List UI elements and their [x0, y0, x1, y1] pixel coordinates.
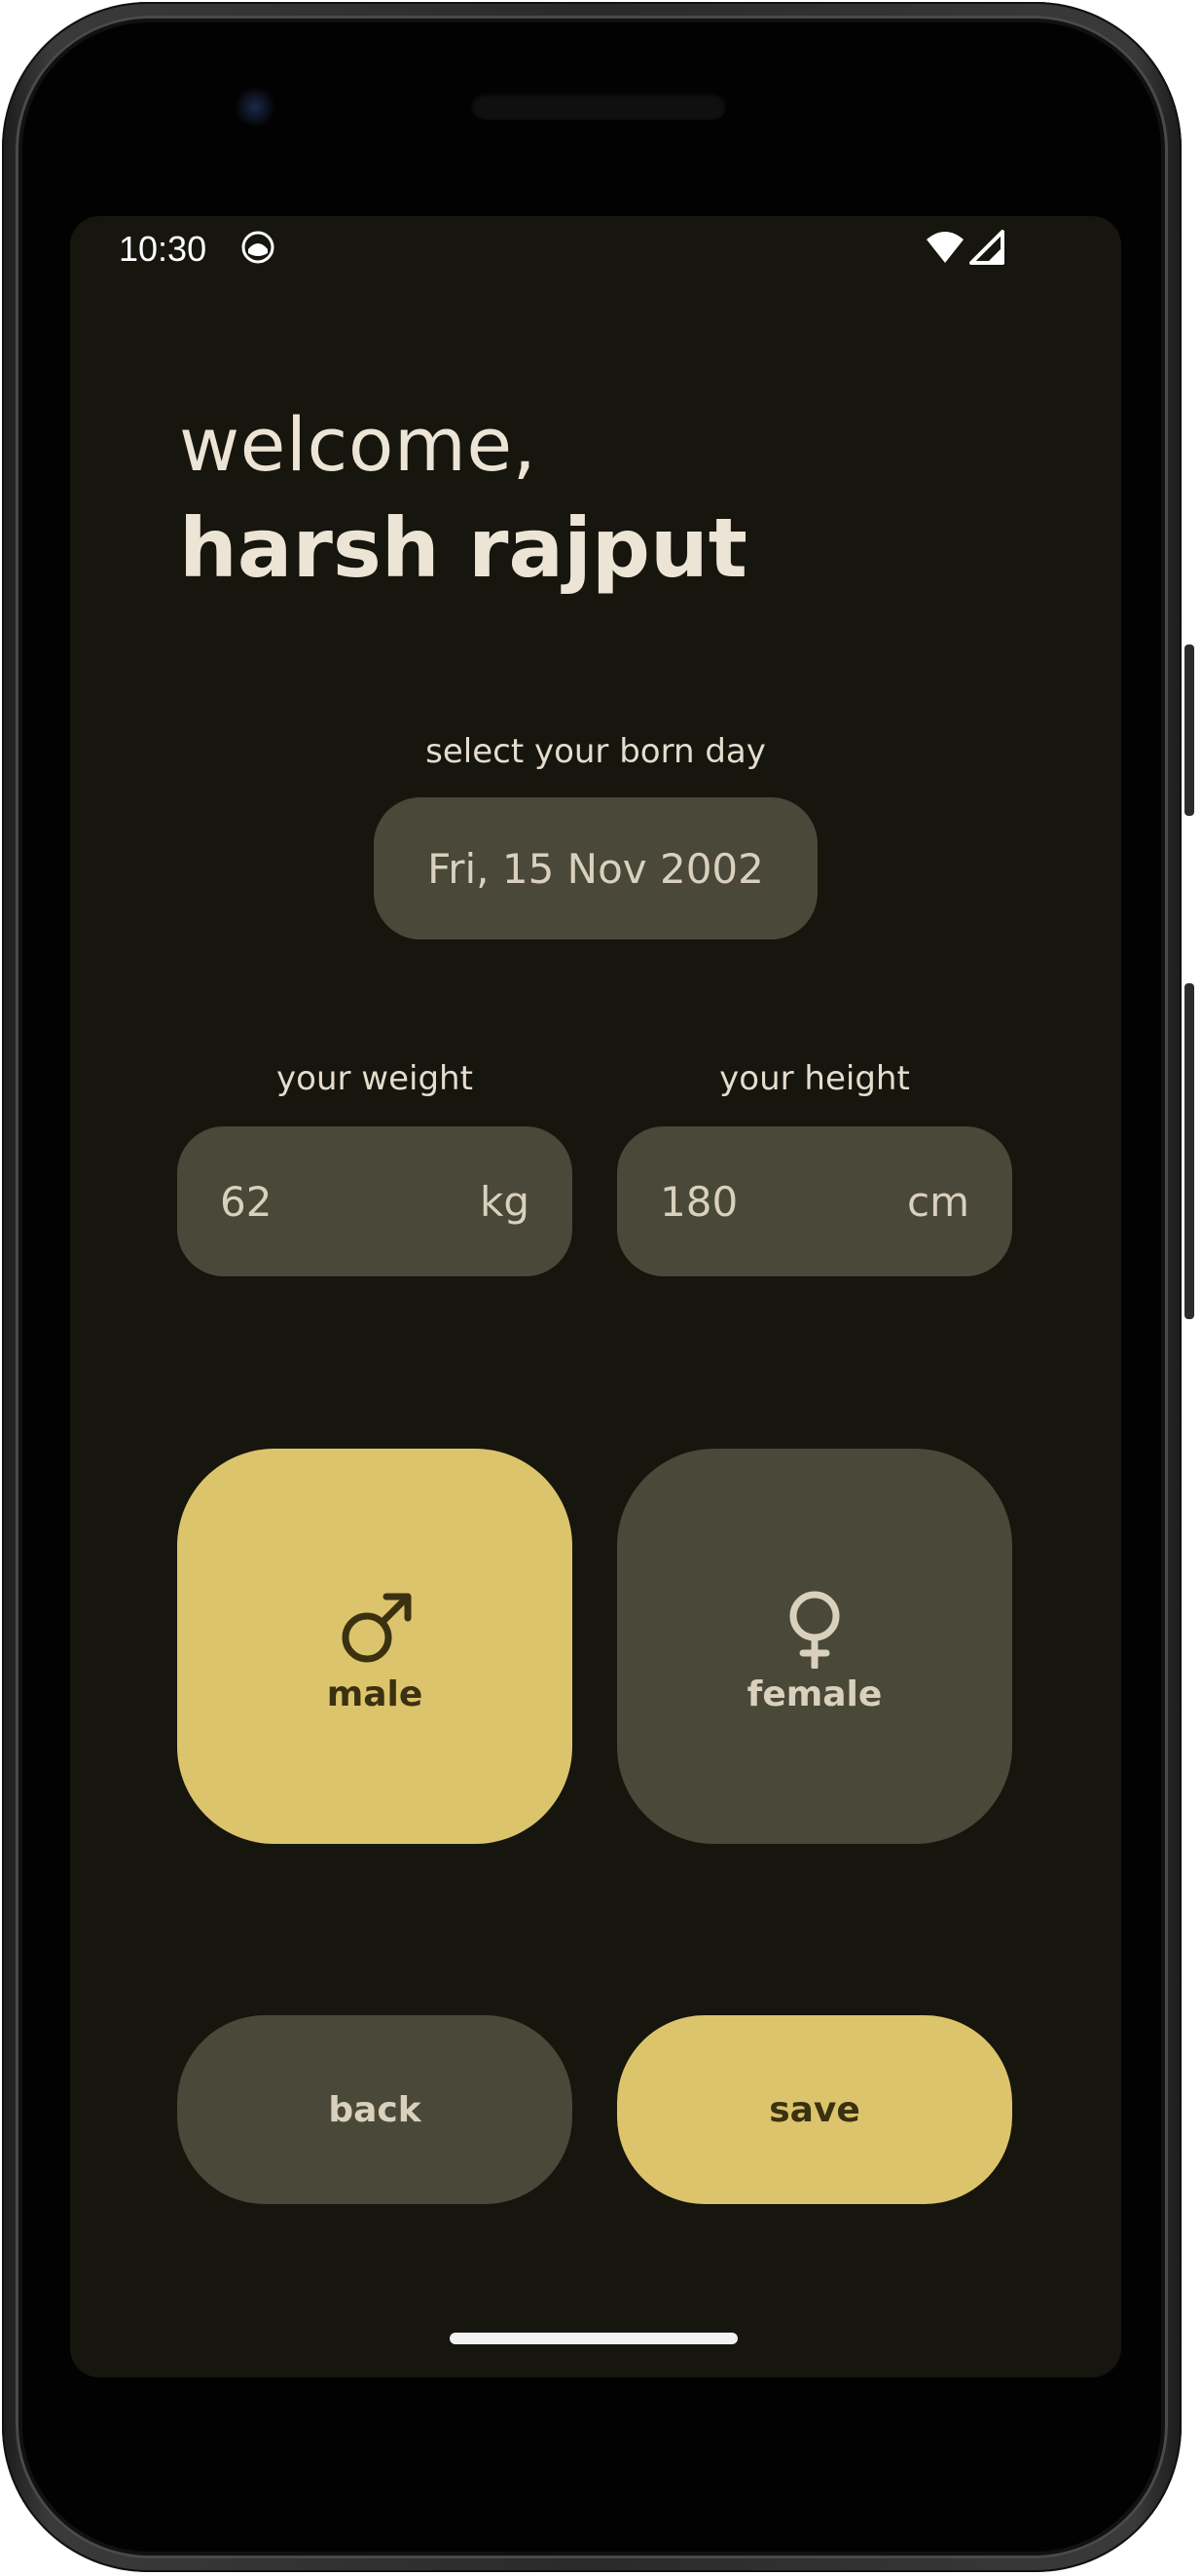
back-button-label: back [328, 2089, 421, 2130]
gender-male-label: male [326, 1674, 423, 1714]
female-symbol-icon [789, 1591, 840, 1669]
height-label: your height [719, 1059, 910, 1098]
phone-frame: 10:30 welcome, harsh rajput select your … [2, 2, 1182, 2572]
weight-label: your weight [276, 1059, 473, 1098]
back-button[interactable]: back [177, 2015, 572, 2204]
status-time: 10:30 [119, 229, 207, 269]
home-indicator[interactable] [450, 2333, 738, 2344]
gender-female-button[interactable]: female [617, 1449, 1012, 1844]
gender-male-button[interactable]: male [177, 1449, 572, 1844]
welcome-heading: welcome, [179, 401, 537, 488]
male-symbol-icon [342, 1593, 412, 1662]
weight-field[interactable]: kg [177, 1126, 572, 1276]
status-bar: 10:30 [70, 216, 1121, 284]
weight-unit: kg [480, 1177, 529, 1226]
wifi-icon [927, 232, 964, 263]
save-button-label: save [769, 2089, 860, 2130]
height-input[interactable] [660, 1177, 816, 1226]
birthday-label: select your born day [425, 732, 766, 771]
save-button[interactable]: save [617, 2015, 1012, 2204]
front-camera [236, 88, 274, 127]
power-button [1184, 644, 1194, 816]
signal-icon [969, 230, 1004, 265]
gender-female-label: female [747, 1674, 883, 1714]
app-screen: 10:30 welcome, harsh rajput select your … [70, 216, 1121, 2377]
volume-button [1184, 983, 1194, 1319]
earpiece-speaker [471, 92, 726, 120]
height-field[interactable]: cm [617, 1126, 1012, 1276]
birthday-value: Fri, 15 Nov 2002 [427, 844, 764, 893]
birthday-picker-button[interactable]: Fri, 15 Nov 2002 [374, 797, 818, 939]
height-unit: cm [906, 1177, 969, 1226]
cat-face-icon [241, 231, 274, 264]
weight-input[interactable] [220, 1177, 376, 1226]
user-name: harsh rajput [179, 500, 747, 596]
